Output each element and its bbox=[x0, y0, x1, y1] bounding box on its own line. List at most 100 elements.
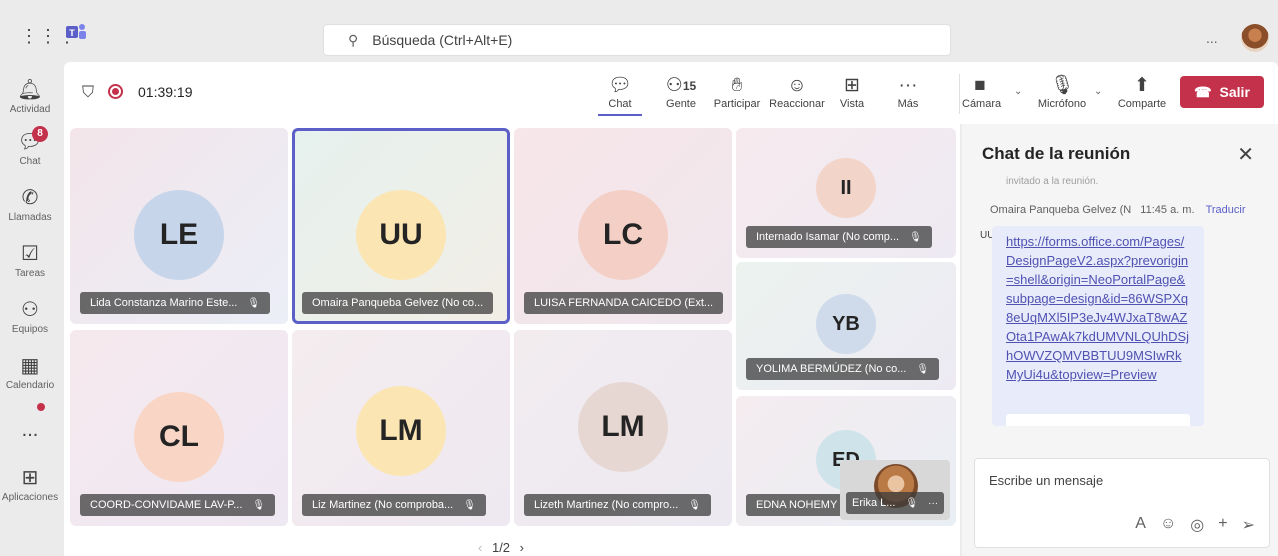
message-link[interactable]: https://forms.office.com/Pages/DesignPag… bbox=[1006, 234, 1189, 382]
participant-name: LUISA FERNANDA CAICEDO (Ext... bbox=[524, 292, 724, 314]
mic-off-icon: 🎙︎ bbox=[905, 497, 919, 509]
emoji-icon[interactable]: ☺ bbox=[1160, 515, 1176, 535]
rail-apps[interactable]: ⊞ Aplicaciones bbox=[0, 466, 60, 503]
leave-button[interactable]: ☎ Salir bbox=[1180, 76, 1264, 108]
close-icon[interactable]: ✕ bbox=[1237, 142, 1254, 167]
rail-chat[interactable]: 💬︎ 8 Chat bbox=[0, 126, 60, 167]
phone-icon: ✆ bbox=[21, 187, 39, 209]
participant-avatar: LM bbox=[578, 382, 668, 472]
send-icon[interactable]: ➢ bbox=[1242, 515, 1255, 535]
rail-label: Equipos bbox=[11, 324, 49, 335]
more-icon[interactable]: ··· bbox=[928, 498, 938, 509]
settings-more-button[interactable]: ... bbox=[1206, 30, 1218, 46]
participant-tile-active[interactable]: UU Omaira Panqueba Gelvez (No co... bbox=[292, 128, 510, 324]
compose-actions: A ☺ ◎ + ➢ bbox=[1135, 515, 1255, 535]
participant-name: Omaira Panqueba Gelvez (No co... bbox=[302, 292, 494, 314]
camera-off-icon: ■ bbox=[974, 75, 986, 96]
more-label: Más bbox=[897, 98, 919, 110]
name-text: EDNA NOHEMY bbox=[756, 499, 838, 511]
loop-icon[interactable]: ◎ bbox=[1190, 515, 1204, 535]
toolbar-divider bbox=[959, 74, 960, 114]
more-actions-button[interactable]: ··· Más bbox=[890, 74, 926, 110]
people-count: 15 bbox=[682, 79, 697, 93]
hang-up-icon: ☎ bbox=[1194, 83, 1212, 100]
tasks-icon: ☑ bbox=[21, 243, 39, 265]
participant-name: Lida Constanza Marino Este... 🎙︎ bbox=[80, 292, 271, 314]
chevron-left-icon[interactable]: ‹ bbox=[478, 540, 482, 555]
self-view[interactable]: Erika L... 🎙︎ ··· bbox=[840, 460, 950, 520]
people-button[interactable]: ⚇15 Gente bbox=[658, 74, 704, 110]
rail-activity[interactable]: 🔔︎ Actividad bbox=[0, 78, 60, 115]
participant-tile[interactable]: YB YOLIMA BERMÚDEZ (No co... 🎙︎ bbox=[736, 262, 956, 390]
share-button[interactable]: ⬆ Comparte bbox=[1112, 74, 1172, 110]
rail-more[interactable]: ... bbox=[0, 418, 60, 444]
hand-icon: ✋︎ bbox=[731, 75, 743, 96]
mic-off-icon: 🎙︎ bbox=[909, 231, 922, 243]
mic-off-icon: 🎙︎ bbox=[463, 499, 476, 511]
rail-label: Aplicaciones bbox=[1, 492, 59, 503]
title-bar: ⋮⋮⋮ T ⚲ Búsqueda (Ctrl+Alt+E) ... bbox=[0, 10, 1278, 62]
svg-text:T: T bbox=[69, 28, 75, 38]
teams-logo-icon: T bbox=[66, 24, 86, 39]
participant-name: YOLIMA BERMÚDEZ (No co... 🎙︎ bbox=[746, 358, 940, 380]
message-bubble: https://forms.office.com/Pages/DesignPag… bbox=[992, 226, 1204, 426]
rail-teams[interactable]: ⚇ Equipos bbox=[0, 298, 60, 335]
meeting-chat-panel: Chat de la reunión ✕ invitado a la reuni… bbox=[962, 124, 1278, 556]
system-message: invitado a la reunión. bbox=[1006, 176, 1099, 184]
pagination: ‹ 1/2 › bbox=[478, 540, 524, 555]
message-sender: Omaira Panqueba Gelvez (N bbox=[990, 204, 1132, 216]
view-button[interactable]: ⊞ Vista bbox=[834, 74, 870, 110]
participant-avatar: UU bbox=[356, 190, 446, 280]
participant-tile[interactable]: LE Lida Constanza Marino Este... 🎙︎ bbox=[70, 128, 288, 324]
notification-dot bbox=[37, 403, 45, 411]
mic-off-icon: 🎙︎ bbox=[916, 363, 930, 375]
participant-tile[interactable]: II Internado Isamar (No comp... 🎙︎ bbox=[736, 128, 956, 258]
participant-name: Lizeth Martinez (No compro... 🎙︎ bbox=[524, 494, 711, 516]
share-icon: ⬆ bbox=[1134, 75, 1150, 96]
participant-tile[interactable]: CL COORD-CONVIDAME LAV-P... 🎙︎ bbox=[70, 330, 288, 526]
mic-button[interactable]: 🎙︎ Micrófono bbox=[1032, 74, 1092, 110]
chevron-down-icon[interactable]: ⌄ bbox=[1094, 86, 1102, 97]
participant-tile[interactable]: LC LUISA FERNANDA CAICEDO (Ext... bbox=[514, 128, 732, 324]
format-icon[interactable]: A bbox=[1135, 515, 1146, 535]
raise-hand-button[interactable]: ✋︎ Participar bbox=[708, 74, 766, 110]
search-input[interactable]: ⚲ Búsqueda (Ctrl+Alt+E) bbox=[323, 24, 951, 56]
participant-avatar: YB bbox=[816, 294, 876, 354]
chevron-down-icon[interactable]: ⌄ bbox=[1014, 86, 1022, 97]
message-meta: Omaira Panqueba Gelvez (N 11:45 a. m. Tr… bbox=[990, 204, 1246, 216]
translate-link[interactable]: Traducir bbox=[1206, 204, 1246, 216]
chat-icon: 💬︎ bbox=[607, 75, 633, 96]
rail-calendar[interactable]: ▦ Calendario bbox=[0, 354, 60, 391]
participant-tile[interactable]: LM Liz Martinez (No comproba... 🎙︎ bbox=[292, 330, 510, 526]
profile-avatar[interactable] bbox=[1241, 24, 1269, 52]
people-button-label: Gente bbox=[666, 98, 696, 110]
more-icon: ··· bbox=[898, 75, 918, 96]
chat-button[interactable]: 💬︎ Chat bbox=[598, 74, 642, 116]
chevron-right-icon[interactable]: › bbox=[520, 540, 524, 555]
unread-badge: 8 bbox=[32, 126, 48, 142]
rail-tasks[interactable]: ☑ Tareas bbox=[0, 242, 60, 279]
self-view-name: Erika L... 🎙︎ ··· bbox=[846, 492, 945, 514]
meeting-toolbar: ⛉ 01:39:19 💬︎ Chat ⚇15 Gente ✋︎ Particip… bbox=[64, 62, 1278, 124]
link-preview[interactable] bbox=[1006, 414, 1190, 426]
camera-button[interactable]: ■ Cámara bbox=[962, 74, 1001, 110]
rail-label: Actividad bbox=[9, 104, 51, 115]
leave-label: Salir bbox=[1219, 84, 1250, 100]
plus-icon[interactable]: + bbox=[1218, 515, 1227, 535]
raise-hand-label: Participar bbox=[713, 98, 761, 110]
app-rail: 🔔︎ Actividad 💬︎ 8 Chat ✆ Llamadas ☑ Tare… bbox=[0, 62, 60, 556]
react-button[interactable]: ☺ Reaccionar bbox=[764, 74, 830, 110]
participant-name: EDNA NOHEMY bbox=[746, 494, 848, 516]
bell-icon: 🔔︎ bbox=[17, 79, 43, 101]
message-time: 11:45 a. m. bbox=[1140, 204, 1195, 216]
participant-tile[interactable]: LM Lizeth Martinez (No compro... 🎙︎ bbox=[514, 330, 732, 526]
rail-calls[interactable]: ✆ Llamadas bbox=[0, 186, 60, 223]
view-label: Vista bbox=[839, 98, 865, 110]
participant-name: Internado Isamar (No comp... 🎙︎ bbox=[746, 226, 932, 248]
name-text: LUISA FERNANDA CAICEDO (Ext... bbox=[534, 297, 714, 309]
message-input[interactable]: Escribe un mensaje A ☺ ◎ + ➢ bbox=[974, 458, 1270, 548]
message-placeholder: Escribe un mensaje bbox=[989, 473, 1104, 488]
teams-icon: ⚇ bbox=[21, 299, 39, 321]
shield-icon: ⛉ bbox=[82, 84, 95, 101]
people-icon: ⚇15 bbox=[665, 75, 697, 96]
